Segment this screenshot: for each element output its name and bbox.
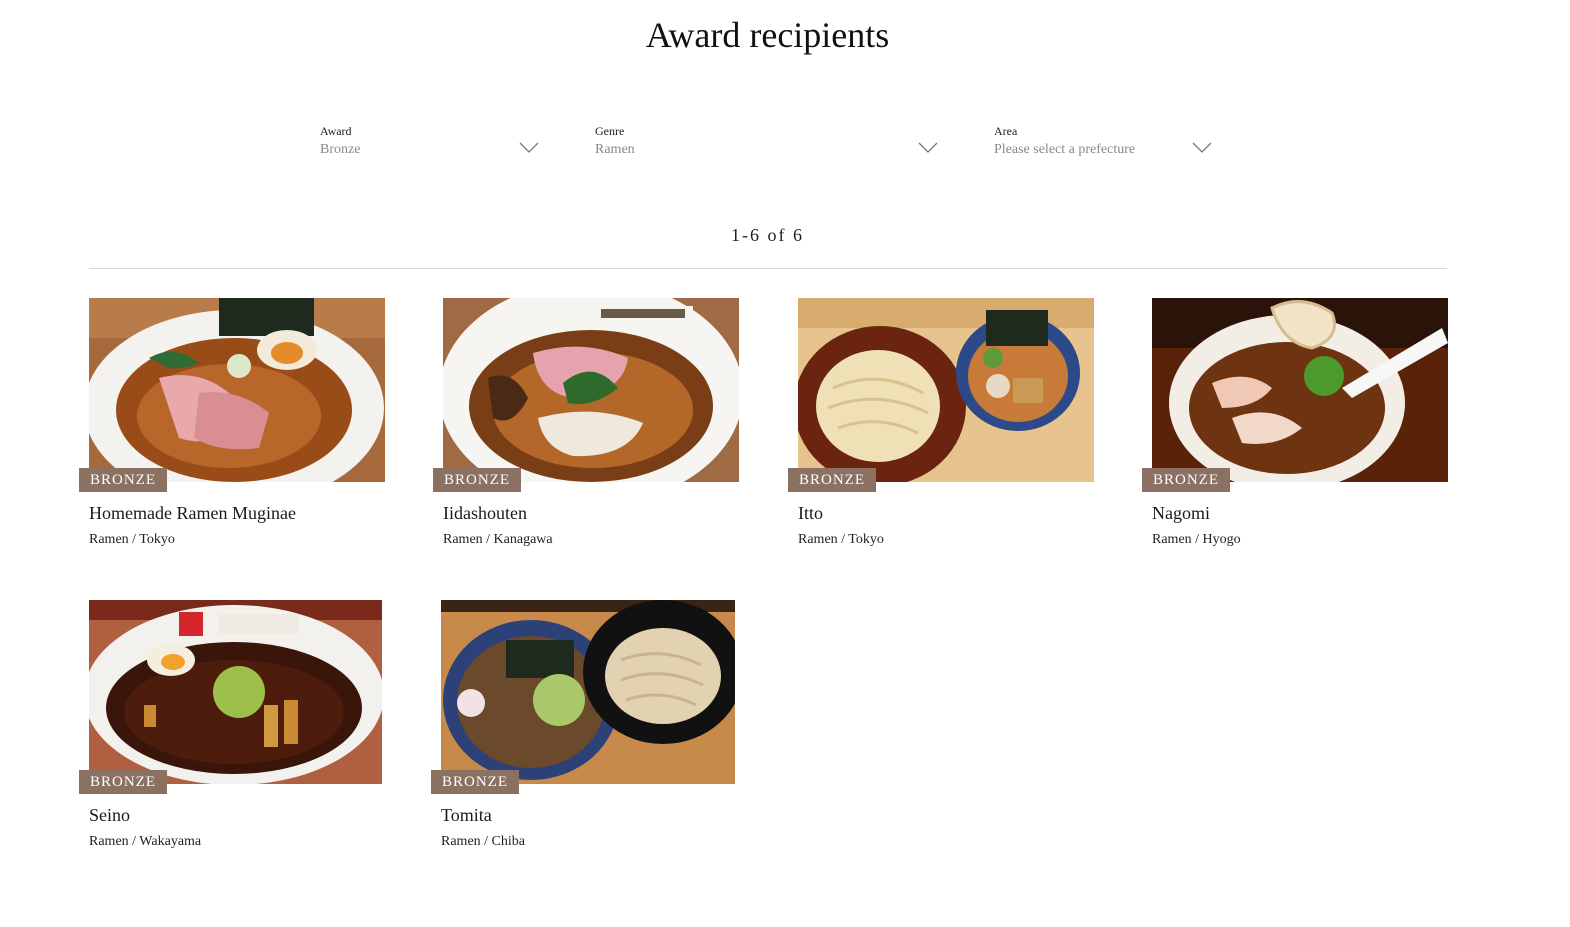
chevron-down-icon [519,142,539,153]
restaurant-name[interactable]: Seino [89,805,130,826]
award-badge: BRONZE [431,770,519,794]
ramen-photo [89,298,385,482]
award-badge: BRONZE [788,468,876,492]
restaurant-name[interactable]: Nagomi [1152,503,1210,524]
chevron-down-icon [918,142,938,153]
restaurant-genre-area: Ramen / Kanagawa [443,532,553,547]
restaurant-genre-area: Ramen / Chiba [441,834,525,849]
footer-cutoff [0,918,1570,927]
area-filter-select[interactable]: Area Please select a prefecture [994,122,1214,166]
divider [89,268,1447,269]
ramen-photo [798,298,1094,482]
result-count: 1-6 of 6 [731,225,804,245]
ramen-photo [441,600,735,784]
restaurant-name[interactable]: Iidashouten [443,503,527,524]
award-badge: BRONZE [433,468,521,492]
award-filter-select[interactable]: Award Bronze [320,122,540,166]
restaurant-genre-area: Ramen / Wakayama [89,834,202,849]
award-filter-label: Award [320,124,352,138]
restaurant-name[interactable]: Homemade Ramen Muginae [89,503,296,524]
genre-filter-label: Genre [595,124,625,138]
restaurant-name[interactable]: Tomita [441,805,492,826]
restaurant-genre-area: Ramen / Hyogo [1152,532,1241,547]
ramen-photo [1152,298,1448,482]
restaurant-name[interactable]: Itto [798,503,823,524]
genre-filter-value: Ramen [595,142,635,157]
restaurant-genre-area: Ramen / Tokyo [798,532,884,547]
ramen-photo [443,298,739,482]
genre-filter-select[interactable]: Genre Ramen [595,122,940,166]
award-filter-value: Bronze [320,142,361,157]
award-badge: BRONZE [79,770,167,794]
page-title: Award recipients [645,15,890,55]
ramen-photo [89,600,382,784]
chevron-down-icon [1192,142,1212,153]
area-filter-label: Area [994,124,1018,138]
award-badge: BRONZE [1142,468,1230,492]
award-badge: BRONZE [79,468,167,492]
area-filter-placeholder: Please select a prefecture [994,142,1136,157]
restaurant-genre-area: Ramen / Tokyo [89,532,175,547]
